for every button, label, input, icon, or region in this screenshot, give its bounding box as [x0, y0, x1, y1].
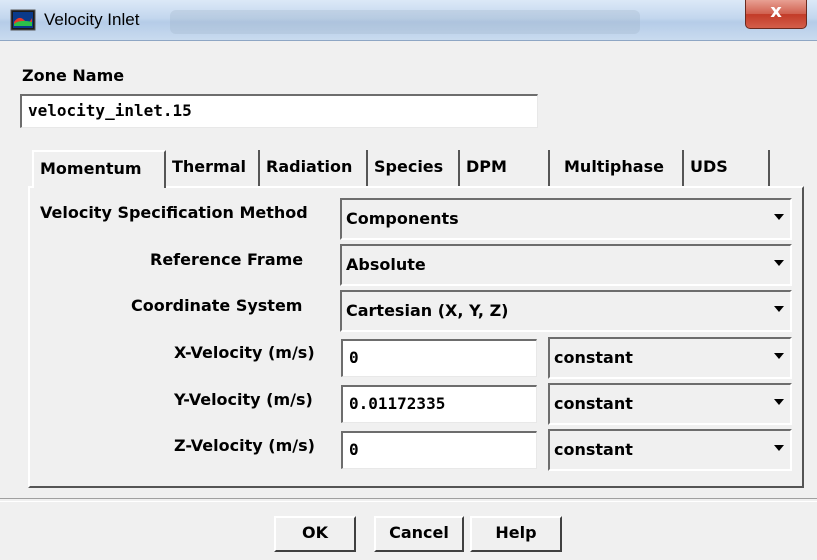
x-velocity-profile-value: constant	[554, 348, 633, 367]
y-velocity-value: 0.01172335	[349, 394, 446, 413]
x-velocity-value: 0	[349, 348, 359, 367]
reference-frame-value: Absolute	[346, 255, 426, 274]
tab-radiation[interactable]: Radiation	[260, 150, 368, 186]
z-velocity-value: 0	[349, 440, 359, 459]
tab-thermal[interactable]: Thermal	[166, 150, 260, 186]
y-velocity-profile-value: constant	[554, 394, 633, 413]
y-velocity-input[interactable]: 0.01172335	[341, 385, 537, 423]
velocity-spec-method-label: Velocity Specification Method	[40, 203, 308, 222]
tab-momentum[interactable]: Momentum	[32, 150, 166, 188]
cancel-button[interactable]: Cancel	[374, 516, 464, 552]
chevron-down-icon	[774, 353, 784, 359]
z-velocity-profile-value: constant	[554, 440, 633, 459]
footer-separator	[0, 498, 817, 502]
chevron-down-icon	[774, 445, 784, 451]
tab-dpm[interactable]: DPM	[460, 150, 550, 186]
x-velocity-input[interactable]: 0	[341, 339, 537, 377]
title-bar[interactable]: Velocity Inlet x	[0, 0, 817, 41]
velocity-spec-method-dropdown[interactable]: Components	[340, 198, 792, 240]
close-icon: x	[770, 1, 782, 22]
zone-name-label: Zone Name	[22, 66, 125, 85]
x-velocity-label: X-Velocity (m/s)	[174, 343, 315, 362]
z-velocity-profile-dropdown[interactable]: constant	[548, 429, 792, 471]
tab-multiphase[interactable]: Multiphase	[558, 150, 684, 186]
coordinate-system-value: Cartesian (X, Y, Z)	[346, 301, 509, 320]
close-button[interactable]: x	[745, 0, 807, 29]
velocity-inlet-dialog: Velocity Inlet x Zone Name velocity_inle…	[0, 0, 817, 560]
velocity-spec-method-value: Components	[346, 209, 459, 228]
tab-species[interactable]: Species	[368, 150, 460, 186]
reference-frame-label: Reference Frame	[150, 250, 304, 269]
coordinate-system-dropdown[interactable]: Cartesian (X, Y, Z)	[340, 290, 792, 332]
reference-frame-dropdown[interactable]: Absolute	[340, 244, 792, 286]
coordinate-system-label: Coordinate System	[131, 296, 303, 315]
fluent-app-icon	[10, 9, 36, 31]
y-velocity-profile-dropdown[interactable]: constant	[548, 383, 792, 425]
ok-button[interactable]: OK	[274, 516, 356, 552]
chevron-down-icon	[774, 260, 784, 266]
window-title: Velocity Inlet	[44, 10, 140, 29]
zone-name-field[interactable]: velocity_inlet.15	[20, 94, 538, 128]
background-window-ghost	[170, 10, 640, 34]
chevron-down-icon	[774, 214, 784, 220]
z-velocity-input[interactable]: 0	[341, 431, 537, 469]
chevron-down-icon	[774, 399, 784, 405]
tab-uds[interactable]: UDS	[684, 150, 770, 186]
zone-name-value: velocity_inlet.15	[28, 101, 192, 120]
x-velocity-profile-dropdown[interactable]: constant	[548, 337, 792, 379]
y-velocity-label: Y-Velocity (m/s)	[174, 390, 313, 409]
chevron-down-icon	[774, 306, 784, 312]
z-velocity-label: Z-Velocity (m/s)	[174, 436, 315, 455]
help-button[interactable]: Help	[470, 516, 562, 552]
